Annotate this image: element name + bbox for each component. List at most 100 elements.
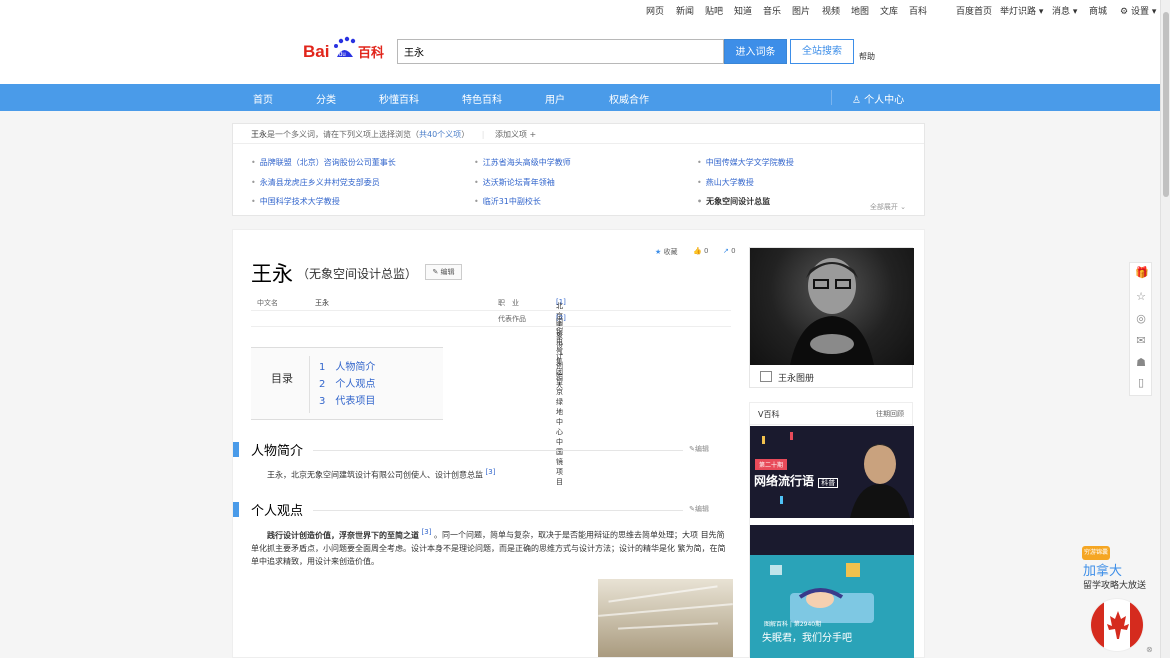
toc-item[interactable]: 3 代表项目	[319, 392, 375, 407]
sense-item[interactable]: • 达沃斯论坛青年领袖	[474, 177, 555, 188]
sense-label: 永清县龙虎庄乡义井村党支部委员	[259, 178, 380, 187]
gift-icon[interactable]: 🎁	[1135, 267, 1149, 279]
thumbs-up-icon: 👍	[693, 247, 702, 255]
paragraph: 践行设计创造价值，浮奈世界下的至简之道 [3] 。同一个问题，简单与复杂，取决于…	[251, 526, 731, 568]
nav-home[interactable]: 首页	[253, 91, 273, 106]
album-card[interactable]: 王永图册	[749, 247, 914, 389]
sense-label: 中国科学技术大学教授	[259, 197, 340, 206]
nav-user-center-label: 个人中心	[864, 95, 905, 106]
section-marker	[233, 502, 239, 517]
toplink-settings[interactable]: ⚙ 设置 ▾	[1120, 4, 1156, 17]
scrollbar-thumb[interactable]	[1163, 12, 1169, 197]
user-icon: ♙	[852, 95, 861, 106]
polysemy-box: 王永是一个多义词，请在下列义项上选择浏览（共40个义项） | 添加义项 + • 品…	[232, 123, 925, 216]
star-icon: ★	[655, 248, 662, 256]
video-card[interactable]: 图解百科 | 第2940期 失眠君，我们分手吧	[750, 525, 914, 658]
info-row: 代表作品 国银电气集团望京绿地中心中国镜项目 [2]	[251, 311, 731, 486]
history-link[interactable]: 往期回顾	[876, 409, 904, 419]
baidu-baike-logo[interactable]: Bai du 百科	[303, 35, 387, 63]
video-card[interactable]: 第二十期 网络流行语 科普	[750, 426, 914, 518]
polysemy-term: 王永	[251, 130, 267, 139]
toc-label: 目录	[271, 372, 293, 385]
portrait-photo[interactable]	[750, 248, 914, 365]
reference-link[interactable]: [3]	[486, 468, 496, 476]
section-edit-button[interactable]: ✎编辑	[689, 444, 709, 454]
toplink-image[interactable]: 图片	[792, 4, 810, 17]
sense-item[interactable]: • 品牌联盟（北京）咨询股份公司董事长	[251, 157, 396, 168]
svg-text:百科: 百科	[358, 45, 384, 61]
section-marker	[233, 442, 239, 457]
section-title: 个人观点	[251, 504, 304, 519]
paragraph: 王永，北京无象空间建筑设计有限公司创使人、设计创意总监 [3]	[267, 466, 495, 482]
nav-authority[interactable]: 权威合作	[609, 91, 649, 106]
toplink-home[interactable]: 百度首页	[956, 4, 992, 17]
toplink-web[interactable]: 网页	[646, 4, 664, 17]
share-button[interactable]: ↗ 0	[723, 247, 736, 255]
toplink-wenku[interactable]: 文库	[880, 4, 898, 17]
sense-item[interactable]: • 江苏省海头高级中学教师	[474, 157, 571, 168]
collect-button[interactable]: ★ 收藏	[655, 247, 678, 257]
toplink-zhidao[interactable]: 知道	[734, 4, 752, 17]
toc-item[interactable]: 1 人物简介	[319, 358, 375, 373]
toplink-music[interactable]: 音乐	[763, 4, 781, 17]
nav-users[interactable]: 用户	[545, 91, 565, 106]
album-link[interactable]: 王永图册	[750, 365, 914, 389]
sense-label: 临沂31中副校长	[482, 197, 541, 206]
nav-miaodong[interactable]: 秒懂百科	[379, 91, 419, 106]
toc-divider	[309, 356, 310, 413]
sense-item[interactable]: • 中国科学技术大学教授	[251, 196, 340, 207]
polysemy-count-link[interactable]: 共40个义项	[419, 130, 461, 139]
card-top-strip	[750, 525, 914, 555]
expand-all-link[interactable]: 全部展开 ⌄	[870, 202, 906, 212]
section-rule	[313, 450, 683, 451]
close-icon[interactable]: ⊗	[1146, 645, 1153, 654]
sense-label: 无象空间设计总监	[706, 197, 771, 206]
toc-item[interactable]: 2 个人观点	[319, 375, 375, 390]
page-scrollbar[interactable]	[1160, 0, 1170, 658]
star-icon[interactable]: ☆	[1135, 291, 1147, 303]
site-search-button[interactable]: 全站搜索	[790, 39, 854, 64]
project-photo[interactable]	[598, 579, 733, 657]
mobile-icon[interactable]: ▯	[1135, 377, 1147, 389]
reference-link[interactable]: [3]	[422, 528, 432, 536]
sense-item[interactable]: • 燕山大学教授	[697, 177, 754, 188]
toplink-messages[interactable]: 消息 ▾	[1052, 4, 1077, 17]
polysemy-divider: |	[481, 130, 485, 139]
canada-ad[interactable]: 穷游锦囊 加拿大 留学攻略大放送 ⊗	[1080, 546, 1160, 658]
photo-detail	[598, 603, 733, 617]
toplink-news[interactable]: 新闻	[676, 4, 694, 17]
toplink-baike[interactable]: 百科	[909, 4, 927, 17]
toplink-settings-label: 设置	[1130, 7, 1149, 17]
toplink-tieba[interactable]: 贴吧	[705, 4, 723, 17]
section-edit-button[interactable]: ✎编辑	[689, 504, 709, 514]
sense-label: 品牌联盟（北京）咨询股份公司董事长	[259, 158, 396, 167]
wechat-icon[interactable]: ✉	[1135, 335, 1147, 347]
toplink-lamp[interactable]: 举灯识路 ▾	[1000, 4, 1043, 17]
nav-divider	[831, 90, 832, 105]
paragraph-bold: 践行设计创造价值，浮奈世界下的至简之道	[267, 529, 419, 540]
help-link[interactable]: 帮助	[859, 51, 875, 62]
edit-entry-button[interactable]: ✎ 编辑	[425, 264, 462, 280]
section-header: 个人观点 ✎编辑	[233, 501, 709, 519]
sense-item[interactable]: • 临沂31中副校长	[474, 196, 541, 207]
add-sense-link[interactable]: 添加义项 +	[495, 130, 536, 139]
video-caption: 图解百科 | 第2940期	[764, 621, 822, 628]
issue-badge: 第二十期	[755, 459, 788, 470]
nav-user-center[interactable]: ♙ 个人中心	[852, 91, 904, 106]
bullet: •	[697, 178, 702, 187]
weibo-icon[interactable]: ◎	[1135, 313, 1147, 325]
toplink-mall[interactable]: 商城	[1089, 4, 1107, 17]
sense-item[interactable]: • 永清县龙虎庄乡义井村党支部委员	[251, 177, 380, 188]
like-button[interactable]: 👍 0	[693, 247, 708, 255]
sense-item[interactable]: • 中国传媒大学文学院教授	[697, 157, 794, 168]
search-input[interactable]	[397, 39, 724, 64]
share-icon: ↗	[723, 247, 729, 255]
nav-category[interactable]: 分类	[316, 91, 336, 106]
expand-all-label: 全部展开	[869, 203, 898, 211]
table-of-contents: 目录 1 人物简介 2 个人观点 3 代表项目	[251, 347, 443, 420]
toplink-video[interactable]: 视频	[822, 4, 840, 17]
enter-entry-button[interactable]: 进入词条	[724, 39, 787, 64]
nav-featured[interactable]: 特色百科	[462, 91, 502, 106]
toplink-map[interactable]: 地图	[851, 4, 869, 17]
qq-icon[interactable]: ☗	[1135, 357, 1147, 369]
